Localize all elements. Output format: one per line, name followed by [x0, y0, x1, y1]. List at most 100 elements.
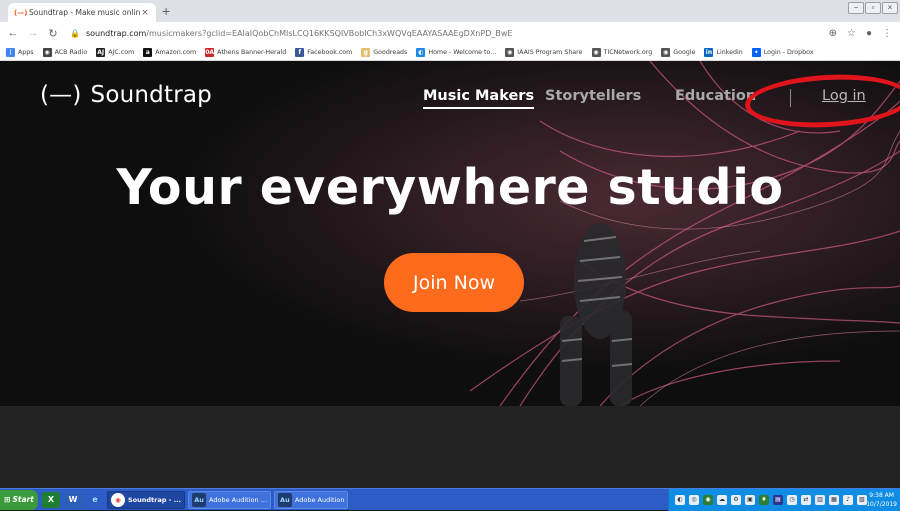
bookmark-favicon-icon: f	[295, 47, 305, 57]
tab-soundtrap[interactable]: (—) Soundtrap - Make music online ×	[8, 3, 156, 22]
bookmark-favicon-icon: ◉	[42, 47, 52, 57]
tab-close-icon[interactable]: ×	[140, 8, 150, 18]
word-icon[interactable]: W	[64, 491, 82, 508]
bookmark-item[interactable]: a Amazon.com	[143, 47, 197, 57]
zoom-icon[interactable]: ⊕	[829, 28, 837, 39]
start-button[interactable]: ⊞ Start	[0, 489, 38, 510]
join-now-button[interactable]: Join Now	[384, 253, 524, 312]
bookmark-label: Amazon.com	[155, 48, 197, 56]
bookmark-label: ACB Radio	[54, 48, 88, 56]
taskbar-item-soundtrap[interactable]: ◉ Soundtrap - ...	[107, 490, 186, 509]
windows-taskbar: ⊞ Start X W e ◉ Soundtrap - ... Au Adobe…	[0, 488, 900, 511]
star-icon[interactable]: ☆	[847, 28, 856, 39]
close-window-icon[interactable]: ×	[882, 2, 898, 14]
task-label: Soundtrap - ...	[128, 495, 182, 504]
bookmark-label: Home - Welcome to...	[428, 48, 497, 56]
bookmark-label: IAAIS Program Share	[517, 48, 583, 56]
tray-icon[interactable]: ◐	[675, 495, 685, 505]
bookmark-favicon-icon: 0A	[205, 47, 215, 57]
hero-title: Your everywhere studio	[116, 159, 784, 216]
bookmark-label: Facebook.com	[307, 48, 353, 56]
bookmark-item[interactable]: AJ AJC.com	[96, 47, 135, 57]
bookmark-item[interactable]: ⋮ Apps	[6, 47, 34, 57]
taskbar-item-audition-1[interactable]: Au Adobe Audition ...	[188, 490, 271, 509]
new-tab-button[interactable]: +	[162, 3, 170, 19]
soundtrap-favicon-icon: (—)	[14, 8, 28, 17]
url-path: /musicmakers?gclid=EAIaIQobChMIsLCQ16KKS…	[146, 28, 513, 38]
menu-icon[interactable]: ⋮	[882, 28, 892, 39]
bookmark-item[interactable]: g Goodreads	[361, 47, 408, 57]
bookmark-favicon-icon: ⋮	[6, 47, 15, 57]
bookmark-label: Linkedin	[716, 48, 743, 56]
audition-icon: Au	[192, 492, 207, 507]
system-tray: ◐ ◎ ◉ ☁ ⚙ ▣ ♦ ▤ ◷ ⇄ ▥ ▦ ♪ ▧ 9:38 AM 10/7…	[668, 489, 900, 511]
tray-icon[interactable]: ⚙	[731, 495, 741, 505]
url-host: soundtrap.com	[85, 28, 147, 38]
bookmark-favicon-icon: AJ	[96, 47, 106, 57]
tray-icon[interactable]: ◎	[689, 495, 699, 505]
tray-icon[interactable]: ▥	[815, 495, 825, 505]
profile-icon[interactable]: ●	[866, 28, 872, 39]
bookmark-favicon-icon: ◐	[416, 47, 426, 57]
reload-icon[interactable]: ↻	[46, 27, 60, 40]
bookmark-favicon-icon: a	[143, 47, 153, 57]
clock-date: 10/7/2019	[866, 501, 897, 508]
bookmark-favicon-icon: ◉	[661, 47, 671, 57]
start-label: Start	[12, 495, 34, 504]
back-arrow-icon[interactable]: ←	[6, 27, 20, 39]
quick-launch: X W e	[42, 491, 104, 508]
network-icon[interactable]: ▦	[829, 495, 839, 505]
bookmark-label: TICNetwork.org	[603, 48, 653, 56]
soundtrap-logo[interactable]: (—) Soundtrap	[40, 82, 212, 108]
bookmark-label: Athens Banner-Herald	[217, 48, 287, 56]
task-label: Adobe Audition ...	[209, 495, 267, 504]
bookmark-item[interactable]: ◉ ACB Radio	[42, 47, 88, 57]
address-row: ← → ↻ 🔒 soundtrap.com/musicmakers?gclid=…	[0, 22, 900, 44]
bookmarks-bar: ⋮ Apps ◉ ACB Radio AJ AJC.com a Amazon.com 0A Ath…	[0, 44, 900, 61]
bookmark-label: AJC.com	[108, 48, 135, 56]
soundtrap-logo-mark: (—)	[40, 82, 82, 108]
bookmark-label: Goodreads	[373, 48, 408, 56]
tab-title: Soundtrap - Make music online	[29, 8, 140, 17]
restore-icon[interactable]: ▫	[865, 2, 881, 14]
bookmark-item[interactable]: ◉ IAAIS Program Share	[505, 47, 583, 57]
tray-icon[interactable]: ▤	[773, 495, 783, 505]
bookmark-item[interactable]: ◐ Home - Welcome to...	[416, 47, 497, 57]
system-clock[interactable]: 9:38 AM 10/7/2019	[866, 491, 897, 509]
taskbar-item-audition-2[interactable]: Au Adobe Audition	[273, 490, 349, 509]
bookmark-label: Login - Dropbox	[763, 48, 814, 56]
page-lower-section	[0, 406, 900, 488]
volume-icon[interactable]: ♪	[843, 495, 853, 505]
bookmark-favicon-icon: ◉	[591, 47, 601, 57]
bookmark-item[interactable]: ◉ TICNetwork.org	[591, 47, 653, 57]
bookmark-item[interactable]: ◉ Google	[661, 47, 695, 57]
bookmark-item[interactable]: ✦ Login - Dropbox	[751, 47, 814, 57]
bookmark-item[interactable]: f Facebook.com	[295, 47, 353, 57]
clock-time: 9:38 AM	[869, 492, 894, 499]
task-label: Adobe Audition	[294, 495, 345, 504]
bookmark-favicon-icon: g	[361, 47, 371, 57]
lock-icon: 🔒	[70, 28, 80, 38]
windows-logo-icon: ⊞	[4, 495, 11, 504]
forward-arrow-icon[interactable]: →	[26, 27, 40, 39]
bookmark-favicon-icon: ◉	[505, 47, 515, 57]
tray-icon[interactable]: ▣	[745, 495, 755, 505]
tray-icon[interactable]: ◷	[787, 495, 797, 505]
nav-storytellers[interactable]: Storytellers	[545, 88, 641, 104]
soundtrap-page: (—) Soundtrap Music Makers Storytellers …	[0, 61, 900, 406]
bookmark-favicon-icon: in	[704, 47, 714, 57]
internet-explorer-icon[interactable]: e	[86, 492, 104, 508]
window-controls: − ▫ ×	[848, 2, 898, 14]
tray-icon[interactable]: ☁	[717, 495, 727, 505]
nav-education[interactable]: Education	[675, 88, 756, 104]
url-bar[interactable]: 🔒 soundtrap.com/musicmakers?gclid=EAIaIQ…	[70, 24, 829, 42]
tray-icon[interactable]: ◉	[703, 495, 713, 505]
bookmark-item[interactable]: 0A Athens Banner-Herald	[205, 47, 287, 57]
nav-music-makers[interactable]: Music Makers	[423, 88, 535, 109]
minimize-icon[interactable]: −	[848, 2, 864, 14]
tray-icon[interactable]: ♦	[759, 495, 769, 505]
excel-icon[interactable]: X	[42, 491, 60, 508]
bookmark-item[interactable]: in Linkedin	[704, 47, 743, 57]
bookmark-favicon-icon: ✦	[751, 47, 761, 57]
tray-icon[interactable]: ⇄	[801, 495, 811, 505]
